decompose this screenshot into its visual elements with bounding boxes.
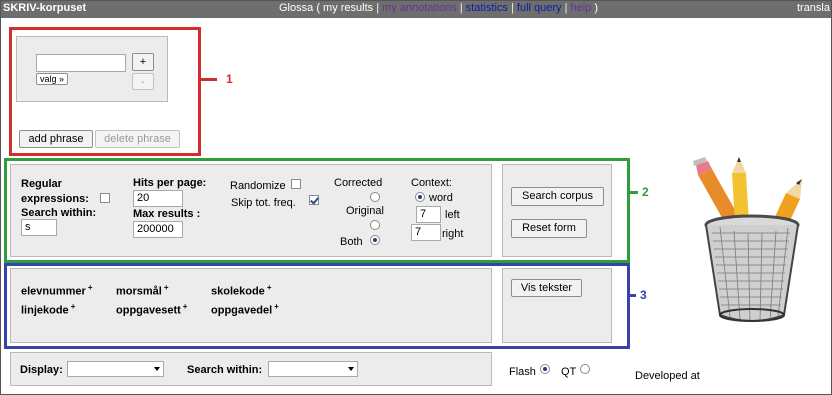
corrected-label: Corrected <box>334 177 383 189</box>
nav-my-annotations[interactable]: my annotations <box>382 2 457 14</box>
nav-my-results[interactable]: my results <box>323 2 373 14</box>
nav-separator: | <box>564 2 568 14</box>
original-radio[interactable] <box>370 220 380 230</box>
chevron-down-icon <box>154 367 160 371</box>
context-word-label: word <box>429 192 453 204</box>
corpus-title: SKRIV-korpuset <box>3 2 87 14</box>
expand-plus-icon: + <box>163 283 169 292</box>
nav-statistics[interactable]: statistics <box>466 2 508 14</box>
corrected-radio[interactable] <box>370 192 380 202</box>
top-nav: Glossa ( my results | my annotations | s… <box>279 2 598 14</box>
context-right-label: right <box>442 228 464 240</box>
nav-open-paren: ( <box>316 2 320 14</box>
regular-expressions-checkbox[interactable] <box>100 193 110 203</box>
flash-label: Flash <box>509 366 536 378</box>
annotation-line-2 <box>630 191 638 194</box>
vis-tekster-button[interactable]: Vis tekster <box>511 279 582 297</box>
qt-radio[interactable] <box>580 364 590 374</box>
annotation-line-3 <box>630 294 636 297</box>
context-word-radio[interactable] <box>415 192 425 202</box>
bottom-search-within-label: Search within: <box>187 364 263 376</box>
expand-plus-icon: + <box>70 302 76 311</box>
regular-expressions-label: Regular expressions: <box>21 178 89 205</box>
chevron-down-icon <box>348 367 354 371</box>
nav-help[interactable]: help <box>571 2 592 14</box>
nav-glossa[interactable]: Glossa <box>279 2 313 14</box>
pencil-cup-illustration <box>693 157 802 322</box>
delete-phrase-button[interactable]: delete phrase <box>95 130 180 148</box>
both-radio[interactable] <box>370 235 380 245</box>
metadata-field-morsmal[interactable]: morsmål + <box>116 283 169 298</box>
bottom-search-within-select[interactable] <box>268 361 358 377</box>
translate-link[interactable]: transla <box>797 2 830 14</box>
word-input[interactable] <box>36 54 126 72</box>
valg-button[interactable]: valg » <box>36 73 68 85</box>
randomize-checkbox[interactable] <box>291 179 301 189</box>
expand-plus-icon: + <box>87 283 93 292</box>
nav-full-query[interactable]: full query <box>517 2 562 14</box>
annotation-number-1: 1 <box>226 72 233 86</box>
phrase-token-box: + - valg » <box>16 36 168 102</box>
nav-separator: | <box>376 2 380 14</box>
remove-token-button[interactable]: - <box>132 73 154 90</box>
nav-close-paren: ) <box>594 2 599 14</box>
metadata-field-linjekode[interactable]: linjekode + <box>21 302 75 317</box>
context-label: Context: <box>411 177 452 189</box>
annotation-number-3: 3 <box>640 288 647 302</box>
original-label: Original <box>346 205 384 217</box>
metadata-field-elevnummer[interactable]: elevnummer + <box>21 283 92 298</box>
randomize-label: Randomize <box>230 180 286 192</box>
context-left-label: left <box>445 209 460 221</box>
annotation-line-1 <box>201 78 217 81</box>
expand-plus-icon: + <box>182 302 188 311</box>
hits-per-page-input[interactable]: 20 <box>133 190 183 207</box>
skip-tot-freq-checkbox[interactable] <box>309 195 319 205</box>
developed-at-label: Developed at <box>635 370 700 382</box>
nav-separator: | <box>459 2 463 14</box>
expand-plus-icon: + <box>274 302 279 311</box>
metadata-field-skolekode[interactable]: skolekode + <box>211 283 271 298</box>
search-within-input[interactable]: s <box>21 219 57 236</box>
hits-per-page-label: Hits per page: <box>133 177 207 189</box>
mesh-basket-icon <box>704 214 800 322</box>
search-within-label: Search within: <box>21 207 97 219</box>
max-results-label: Max results : <box>133 208 201 220</box>
reset-form-button[interactable]: Reset form <box>511 219 587 238</box>
context-left-input[interactable]: 7 <box>416 206 441 223</box>
context-right-input[interactable]: 7 <box>411 224 441 241</box>
display-label: Display: <box>20 364 63 376</box>
annotation-number-2: 2 <box>642 185 649 199</box>
flash-radio[interactable] <box>540 364 550 374</box>
qt-label: QT <box>561 366 577 378</box>
metadata-field-oppgavedel[interactable]: oppgavedel + <box>211 302 279 317</box>
max-results-input[interactable]: 200000 <box>133 221 183 238</box>
both-label: Both <box>340 236 363 248</box>
skip-tot-freq-label: Skip tot. freq. <box>231 197 296 209</box>
search-corpus-button[interactable]: Search corpus <box>511 187 604 206</box>
add-phrase-button[interactable]: add phrase <box>19 130 93 148</box>
expand-plus-icon: + <box>266 283 272 292</box>
top-bar: SKRIV-korpuset Glossa ( my results | my … <box>0 0 832 18</box>
search-actions-panel <box>502 164 612 257</box>
add-token-button[interactable]: + <box>132 53 154 71</box>
metadata-field-oppgavesett[interactable]: oppgavesett + <box>116 302 187 317</box>
nav-separator: | <box>511 2 514 14</box>
display-select[interactable] <box>67 361 164 377</box>
